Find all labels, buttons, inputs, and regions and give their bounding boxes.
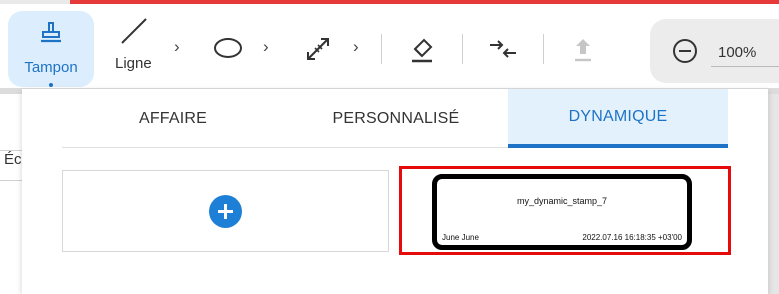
measure-icon <box>307 38 329 60</box>
eraser-icon <box>412 38 433 63</box>
add-icon[interactable] <box>209 195 242 228</box>
line-tool-button[interactable]: Ligne <box>108 14 162 76</box>
stamp-panel: AFFAIRE PERSONNALISÉ DYNAMIQUE my_dynami… <box>22 89 768 294</box>
line-chevron-icon[interactable]: › <box>174 37 180 57</box>
toolbar-divider <box>462 34 463 64</box>
upload-tool-button[interactable] <box>568 34 598 66</box>
eraser-tool-button[interactable] <box>405 32 439 68</box>
stamp-preview: my_dynamic_stamp_7 June June 2022.07.16 … <box>432 174 692 250</box>
line-tool-label: Ligne <box>115 55 152 72</box>
zoom-control: 100% <box>650 19 779 83</box>
stamp-tabs: AFFAIRE PERSONNALISÉ DYNAMIQUE <box>62 89 728 148</box>
active-tool-indicator <box>49 83 53 87</box>
line-icon <box>121 18 147 44</box>
toolbar-divider <box>381 34 382 64</box>
crop-arrows-icon <box>490 40 516 58</box>
crop-tool-button[interactable] <box>485 34 521 64</box>
stamp-tool-button[interactable]: Tampon <box>8 11 94 87</box>
document-sidebar <box>0 94 22 294</box>
tab-personnalise[interactable]: PERSONNALISÉ <box>284 89 508 148</box>
stamp-icon <box>41 22 61 43</box>
add-stamp-card[interactable] <box>62 170 389 252</box>
ellipse-tool-button[interactable] <box>210 34 246 62</box>
zoom-level-input[interactable]: 100% <box>711 39 779 67</box>
stamp-date: 2022.07.16 16:18:35 +03'00 <box>582 233 682 242</box>
right-scroll-area <box>768 94 779 294</box>
upload-icon <box>575 39 591 62</box>
stamp-name: my_dynamic_stamp_7 <box>516 196 608 206</box>
stamp-tool-label: Tampon <box>24 59 78 76</box>
zoom-out-icon[interactable] <box>672 38 698 64</box>
ellipse-chevron-icon[interactable]: › <box>263 37 269 57</box>
tab-dynamique[interactable]: DYNAMIQUE <box>508 89 728 148</box>
sidebar-partial-label: Éc <box>4 151 22 168</box>
toolbar-divider <box>543 34 544 64</box>
stamp-author: June June <box>442 233 479 242</box>
toolbar: Tampon Ligne › › › 100% <box>0 4 779 88</box>
tab-affaire[interactable]: AFFAIRE <box>62 89 284 148</box>
measure-tool-button[interactable] <box>300 31 336 67</box>
measure-chevron-icon[interactable]: › <box>353 37 359 57</box>
ellipse-icon <box>214 38 242 58</box>
sidebar-divider <box>0 180 22 181</box>
dynamic-stamp-card[interactable]: my_dynamic_stamp_7 June June 2022.07.16 … <box>399 166 731 255</box>
